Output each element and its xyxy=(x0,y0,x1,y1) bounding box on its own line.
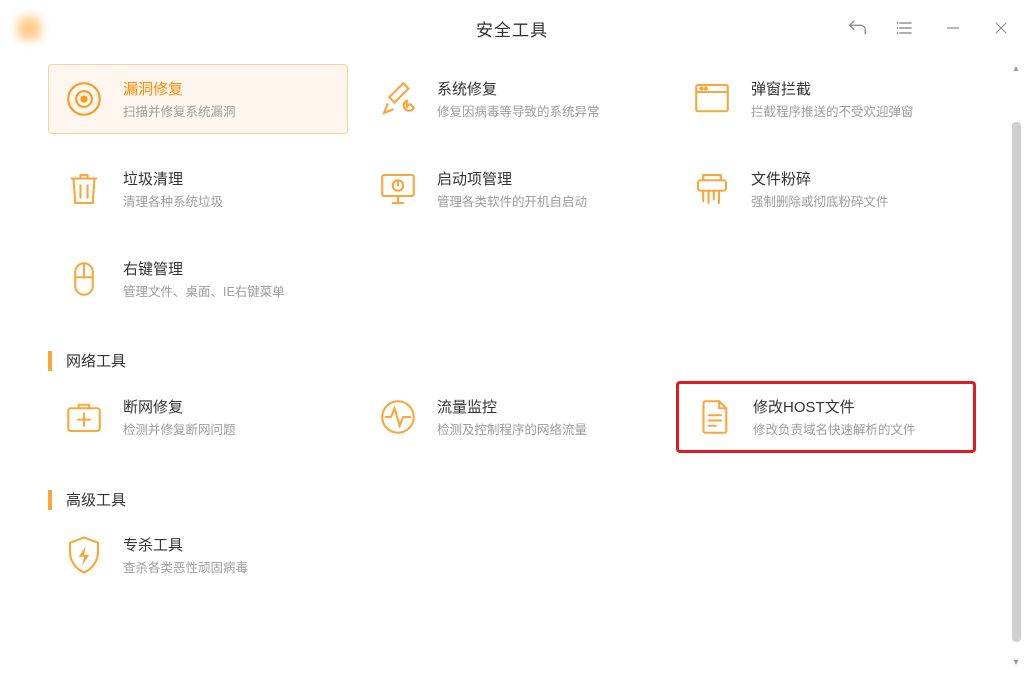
section-network: 网络工具 xyxy=(48,350,988,371)
logo-text xyxy=(46,20,63,37)
tile-title: 右键管理 xyxy=(123,258,285,279)
tools-grid-advanced: 专杀工具 查杀各类恶性顽固病毒 xyxy=(48,520,988,590)
shredder-icon xyxy=(691,168,733,210)
tile-desc: 修复因病毒等导致的系统异常 xyxy=(437,104,600,120)
tile-edit-host[interactable]: 修改HOST文件 修改负责域名快速解析的文件 xyxy=(676,381,976,453)
section-title: 高级工具 xyxy=(66,489,126,510)
tile-desc: 检测及控制程序的网络流量 xyxy=(437,422,587,438)
tile-system-repair[interactable]: 系统修复 修复因病毒等导致的系统异常 xyxy=(362,64,662,134)
tile-title: 修改HOST文件 xyxy=(753,396,916,417)
tile-trash-clean[interactable]: 垃圾清理 清理各种系统垃圾 xyxy=(48,154,348,224)
tile-desc: 修改负责域名快速解析的文件 xyxy=(753,422,916,438)
tile-network-repair[interactable]: 断网修复 检测并修复断网问题 xyxy=(48,381,348,453)
section-bar-icon xyxy=(48,490,52,510)
tile-desc: 清理各种系统垃圾 xyxy=(123,194,223,210)
tile-special-kill[interactable]: 专杀工具 查杀各类恶性顽固病毒 xyxy=(48,520,348,590)
tile-file-shred[interactable]: 文件粉碎 强制删除或彻底粉碎文件 xyxy=(676,154,976,224)
tile-desc: 检测并修复断网问题 xyxy=(123,422,236,438)
minimize-button[interactable] xyxy=(940,15,966,41)
tile-context-menu[interactable]: 右键管理 管理文件、桌面、IE右键菜单 xyxy=(48,244,348,314)
target-icon xyxy=(63,78,105,120)
back-button[interactable] xyxy=(844,15,870,41)
tile-title: 文件粉碎 xyxy=(751,168,889,189)
tile-desc: 扫描并修复系统漏洞 xyxy=(123,104,236,120)
tile-startup-manage[interactable]: 启动项管理 管理各类软件的开机自启动 xyxy=(362,154,662,224)
window-icon xyxy=(691,78,733,120)
tile-traffic-monitor[interactable]: 流量监控 检测及控制程序的网络流量 xyxy=(362,381,662,453)
monitor-power-icon xyxy=(377,168,419,210)
tools-grid-1: 漏洞修复 扫描并修复系统漏洞 系统修复 修复因病毒等导致的系统异常 xyxy=(48,64,988,314)
tile-desc: 查杀各类恶性顽固病毒 xyxy=(123,560,248,576)
section-title: 网络工具 xyxy=(66,350,126,371)
tile-desc: 管理各类软件的开机自启动 xyxy=(437,194,587,210)
content: 漏洞修复 扫描并修复系统漏洞 系统修复 修复因病毒等导致的系统异常 xyxy=(0,56,1008,674)
trash-icon xyxy=(63,168,105,210)
tile-title: 弹窗拦截 xyxy=(751,78,914,99)
tile-title: 断网修复 xyxy=(123,396,236,417)
tile-title: 专杀工具 xyxy=(123,534,248,555)
tools-grid-network: 断网修复 检测并修复断网问题 流量监控 检测及控制程序的网络流量 xyxy=(48,381,988,453)
titlebar: 安全工具 xyxy=(0,0,1024,56)
scroll-down-button[interactable]: ▾ xyxy=(1010,656,1022,668)
close-button[interactable] xyxy=(988,15,1014,41)
section-bar-icon xyxy=(48,351,52,371)
mouse-icon xyxy=(63,258,105,300)
tile-title: 漏洞修复 xyxy=(123,78,236,99)
tile-desc: 拦截程序推送的不受欢迎弹窗 xyxy=(751,104,914,120)
tile-title: 系统修复 xyxy=(437,78,600,99)
scrollbar-thumb[interactable] xyxy=(1012,122,1021,642)
firstaid-icon xyxy=(63,396,105,438)
tile-title: 流量监控 xyxy=(437,396,587,417)
tile-desc: 强制删除或彻底粉碎文件 xyxy=(751,194,889,210)
tile-title: 启动项管理 xyxy=(437,168,587,189)
shield-bolt-icon xyxy=(63,534,105,576)
tile-title: 垃圾清理 xyxy=(123,168,223,189)
titlebar-actions xyxy=(844,0,1014,56)
activity-icon xyxy=(377,396,419,438)
section-advanced: 高级工具 xyxy=(48,489,988,510)
app-logo xyxy=(18,17,63,39)
window-title: 安全工具 xyxy=(476,16,548,41)
logo-icon xyxy=(18,17,40,39)
tile-desc: 管理文件、桌面、IE右键菜单 xyxy=(123,284,285,300)
file-text-icon xyxy=(693,396,735,438)
tile-popup-block[interactable]: 弹窗拦截 拦截程序推送的不受欢迎弹窗 xyxy=(676,64,976,134)
scroll-up-button[interactable]: ▴ xyxy=(1010,62,1022,74)
tile-vulnerability-repair[interactable]: 漏洞修复 扫描并修复系统漏洞 xyxy=(48,64,348,134)
tools-icon xyxy=(377,78,419,120)
menu-button[interactable] xyxy=(892,15,918,41)
